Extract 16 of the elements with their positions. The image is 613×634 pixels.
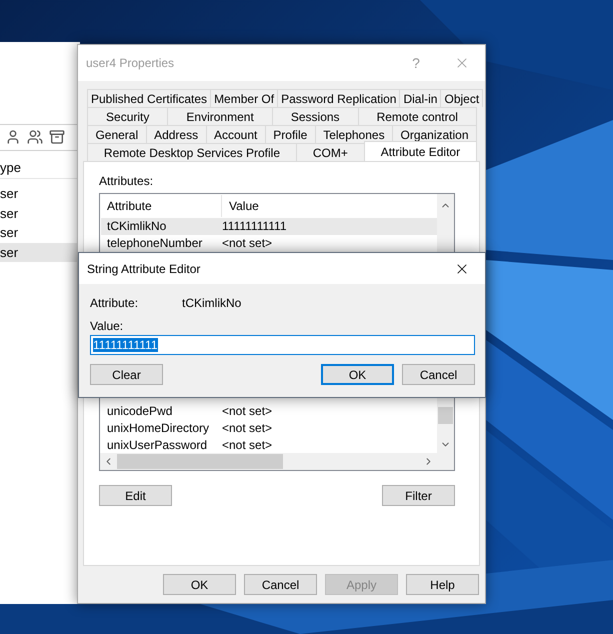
dialog-title: String Attribute Editor [87, 262, 202, 276]
attribute-value: <not set> [221, 438, 274, 452]
attribute-value: <not set> [221, 236, 274, 250]
attribute-value: tCKimlikNo [182, 296, 242, 310]
attributes-label: Attributes: [99, 174, 154, 188]
attribute-label: Attribute: [90, 296, 140, 310]
attribute-name: telephoneNumber [106, 236, 204, 250]
window-title: user4 Properties [86, 56, 176, 70]
attribute-name: unixHomeDirectory [106, 420, 210, 435]
attribute-name: tCKimlikNo [106, 219, 168, 234]
value-label: Value: [90, 319, 124, 333]
attribute-value: <not set> [221, 420, 274, 435]
attribute-value: <not set> [221, 404, 274, 418]
attribute-name: unixUserPassword [106, 438, 208, 452]
attribute-value: 11111111111 [221, 219, 288, 234]
attribute-name: unicodePwd [106, 404, 174, 418]
